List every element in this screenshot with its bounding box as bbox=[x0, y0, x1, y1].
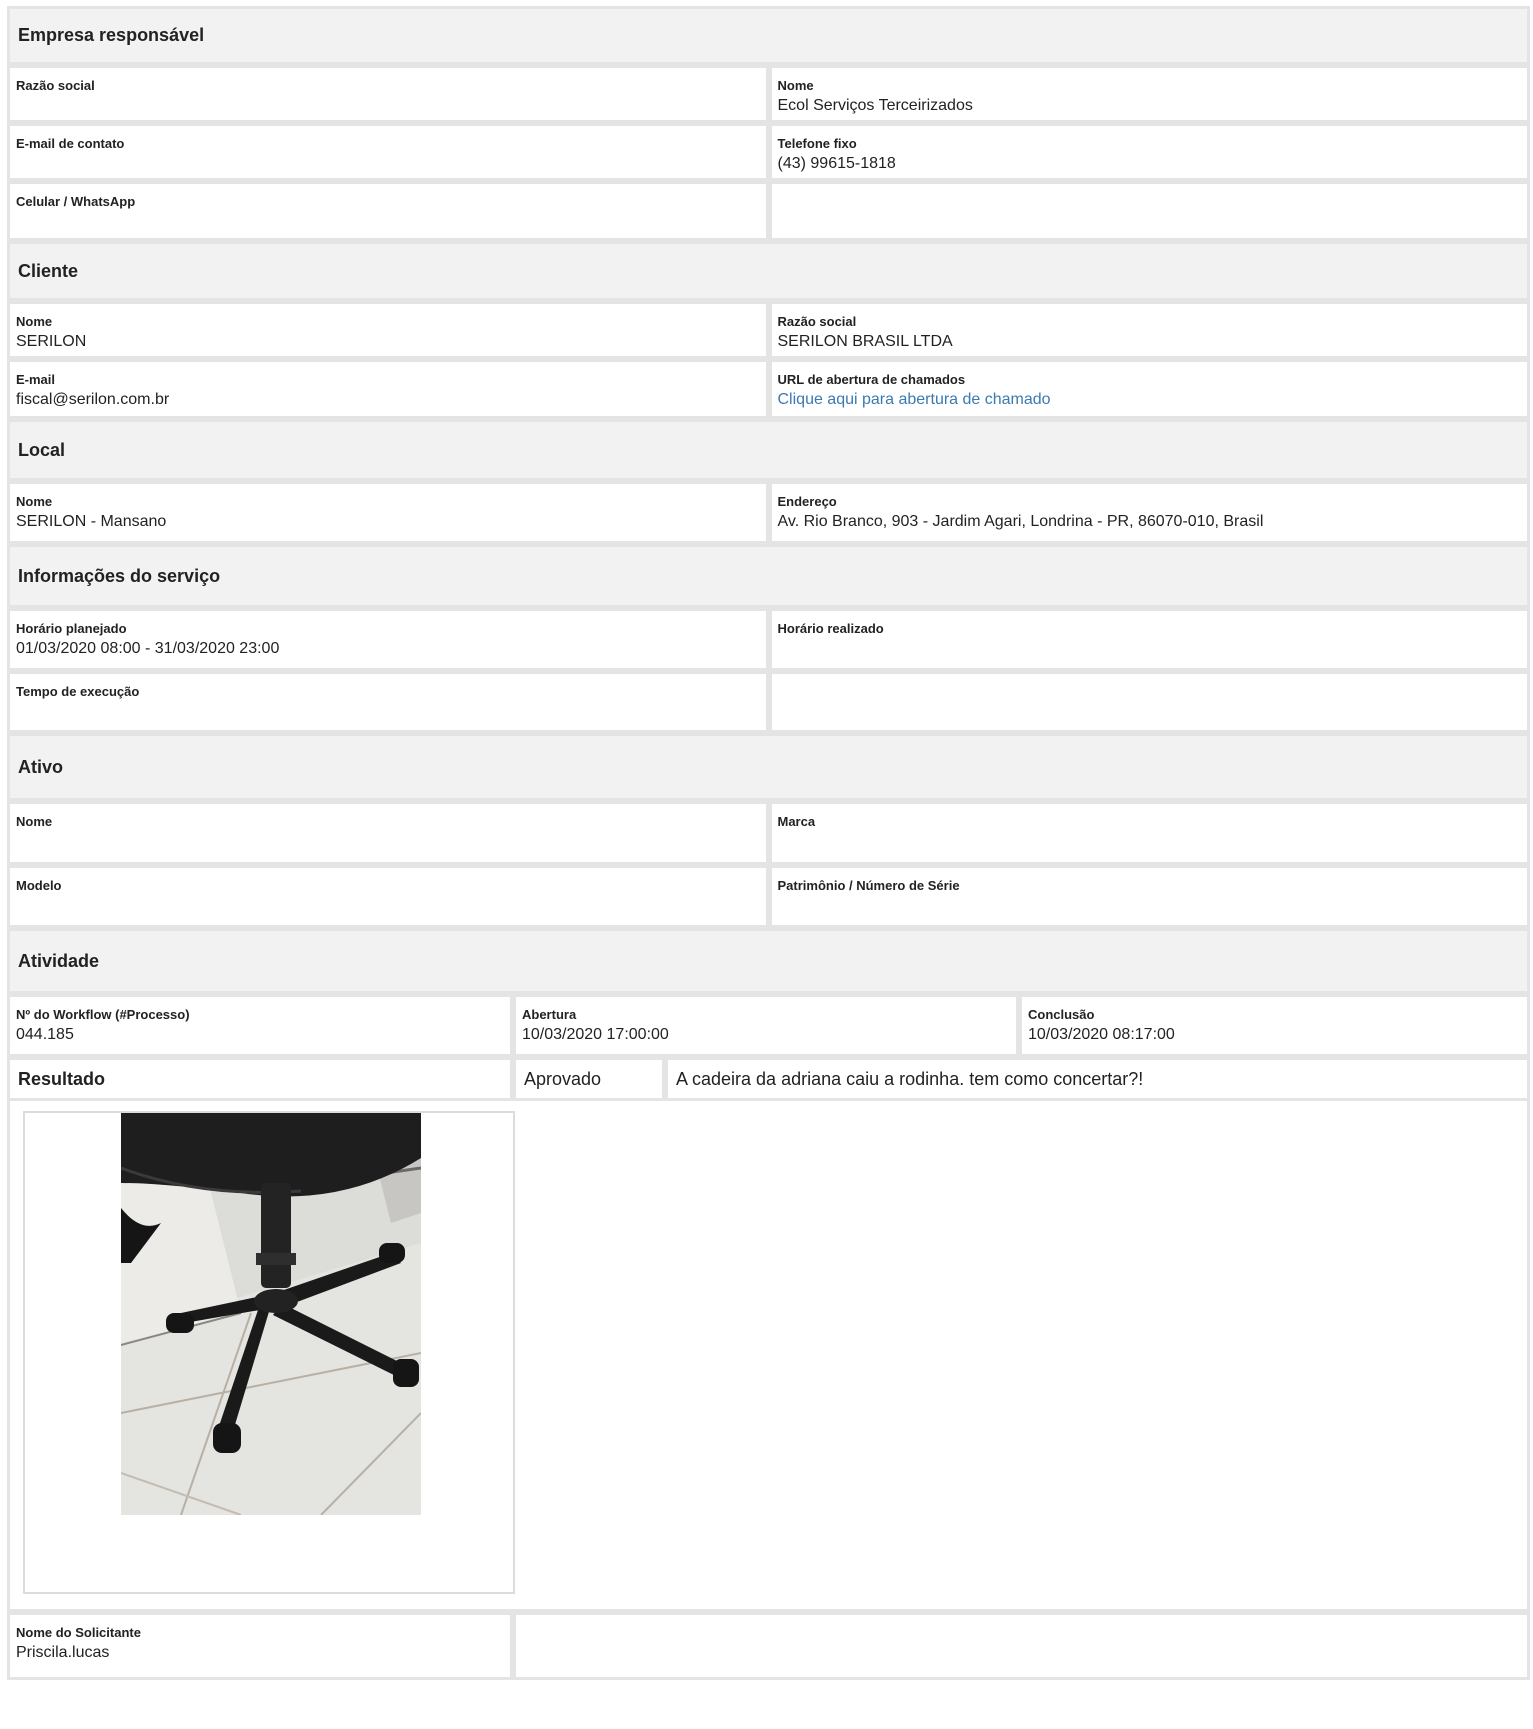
field-cliente-url: URL de abertura de chamados Clique aqui … bbox=[768, 359, 1530, 419]
field-value: 10/03/2020 08:17:00 bbox=[1028, 1026, 1175, 1043]
section-local-title: Local bbox=[7, 419, 1530, 481]
section-atividade-title: Atividade bbox=[7, 928, 1530, 994]
field-ativo-nome: Nome bbox=[7, 801, 769, 865]
field-value: SERILON - Mansano bbox=[16, 513, 167, 530]
field-label: Abertura bbox=[522, 1007, 577, 1022]
field-label: Horário realizado bbox=[777, 621, 884, 636]
field-local-endereco: Endereço Av. Rio Branco, 903 - Jardim Ag… bbox=[768, 481, 1530, 544]
field-empresa-nome: Nome Ecol Serviços Terceirizados bbox=[768, 65, 1530, 123]
field-cliente-nome: Nome SERILON bbox=[7, 301, 769, 359]
field-empresa-celular: Celular / WhatsApp bbox=[7, 181, 769, 241]
empty-cell bbox=[513, 1612, 1530, 1680]
section-ativo-title: Ativo bbox=[7, 733, 1530, 801]
field-value: fiscal@serilon.com.br bbox=[16, 391, 170, 408]
field-label: E-mail bbox=[16, 372, 56, 387]
field-empresa-telefone: Telefone fixo (43) 99615-1818 bbox=[768, 123, 1530, 181]
field-value: Priscila.lucas bbox=[16, 1644, 110, 1661]
field-label: Patrimônio / Número de Série bbox=[777, 878, 960, 893]
field-cliente-email: E-mail fiscal@serilon.com.br bbox=[7, 359, 769, 419]
field-label: Razão social bbox=[16, 78, 95, 93]
resultado-status: Aprovado bbox=[513, 1057, 665, 1101]
field-ativo-marca: Marca bbox=[768, 801, 1530, 865]
field-label: Nome do Solicitante bbox=[16, 1625, 141, 1640]
resultado-row: Resultado Aprovado A cadeira da adriana … bbox=[7, 1057, 1530, 1101]
empty-cell bbox=[768, 671, 1530, 733]
field-ativo-patrimonio: Patrimônio / Número de Série bbox=[768, 865, 1530, 928]
section-servico-title: Informações do serviço bbox=[7, 544, 1530, 608]
field-label: Marca bbox=[777, 814, 816, 829]
field-label: Nº do Workflow (#Processo) bbox=[16, 1007, 190, 1022]
field-label: Telefone fixo bbox=[777, 136, 857, 151]
field-empresa-razao-social: Razão social bbox=[7, 65, 769, 123]
chair-photo-image bbox=[121, 1113, 421, 1515]
field-empresa-email: E-mail de contato bbox=[7, 123, 769, 181]
field-value: SERILON BRASIL LTDA bbox=[777, 333, 953, 350]
field-label: Nome bbox=[16, 314, 53, 329]
field-label: URL de abertura de chamados bbox=[777, 372, 966, 387]
field-servico-planejado: Horário planejado 01/03/2020 08:00 - 31/… bbox=[7, 608, 769, 671]
field-value: 10/03/2020 17:00:00 bbox=[522, 1026, 669, 1043]
attachment-area bbox=[7, 1101, 1530, 1612]
report: Empresa responsável Razão social Nome Ec… bbox=[7, 6, 1530, 1680]
resultado-label: Resultado bbox=[7, 1057, 513, 1101]
field-value: Ecol Serviços Terceirizados bbox=[777, 97, 973, 114]
field-atividade-conclusao: Conclusão 10/03/2020 08:17:00 bbox=[1019, 994, 1530, 1057]
field-label: Modelo bbox=[16, 878, 62, 893]
open-ticket-link[interactable]: Clique aqui para abertura de chamado bbox=[778, 389, 1522, 411]
field-label: Tempo de execução bbox=[16, 684, 140, 699]
field-value: 044.185 bbox=[16, 1026, 74, 1043]
field-label: Nome bbox=[16, 494, 53, 509]
section-cliente-title: Cliente bbox=[7, 241, 1530, 301]
field-value: 01/03/2020 08:00 - 31/03/2020 23:00 bbox=[16, 640, 280, 657]
chair-photo[interactable] bbox=[121, 1113, 421, 1515]
field-ativo-modelo: Modelo bbox=[7, 865, 769, 928]
field-servico-realizado: Horário realizado bbox=[768, 608, 1530, 671]
field-label: Nome bbox=[16, 814, 53, 829]
field-label: Horário planejado bbox=[16, 621, 127, 636]
field-label: Conclusão bbox=[1028, 1007, 1095, 1022]
field-local-nome: Nome SERILON - Mansano bbox=[7, 481, 769, 544]
field-servico-tempo: Tempo de execução bbox=[7, 671, 769, 733]
field-atividade-abertura: Abertura 10/03/2020 17:00:00 bbox=[513, 994, 1019, 1057]
field-cliente-razao-social: Razão social SERILON BRASIL LTDA bbox=[768, 301, 1530, 359]
field-label: Nome bbox=[777, 78, 814, 93]
section-empresa-title: Empresa responsável bbox=[7, 6, 1530, 65]
empty-cell bbox=[768, 181, 1530, 241]
field-label: Celular / WhatsApp bbox=[16, 194, 136, 209]
field-atividade-solicitante: Nome do Solicitante Priscila.lucas bbox=[7, 1612, 513, 1680]
field-value: (43) 99615-1818 bbox=[777, 155, 896, 172]
resultado-description: A cadeira da adriana caiu a rodinha. tem… bbox=[665, 1057, 1530, 1101]
field-value: SERILON bbox=[16, 333, 87, 350]
field-value: Av. Rio Branco, 903 - Jardim Agari, Lond… bbox=[777, 513, 1264, 530]
attachment-frame[interactable] bbox=[23, 1111, 515, 1594]
field-label: E-mail de contato bbox=[16, 136, 125, 151]
field-label: Endereço bbox=[777, 494, 837, 509]
field-label: Razão social bbox=[777, 314, 857, 329]
field-atividade-workflow: Nº do Workflow (#Processo) 044.185 bbox=[7, 994, 513, 1057]
